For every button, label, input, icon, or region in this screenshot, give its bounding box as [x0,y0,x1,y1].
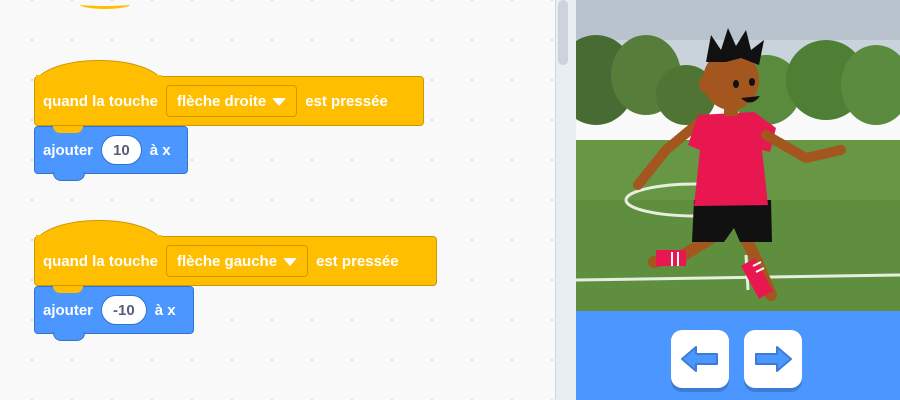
key-dropdown[interactable]: flèche gauche [166,245,309,277]
change-x-label: ajouter [43,141,94,159]
key-dropdown-value: flèche gauche [177,252,278,270]
change-x-suffix: à x [154,301,176,319]
right-arrow-icon [755,346,792,372]
key-dropdown[interactable]: flèche droite [166,85,298,117]
change-x-suffix: à x [149,141,171,159]
change-x-label: ajouter [43,301,94,319]
stage[interactable] [576,0,900,311]
code-area[interactable]: quand la touche flèche droite est pressé… [0,0,555,400]
when-key-pressed-block[interactable]: quand la touche flèche gauche est pressé… [34,235,437,286]
scrollbar-thumb[interactable] [558,0,568,65]
stage-scene [576,0,900,311]
left-arrow-button[interactable] [671,330,729,388]
hat-suffix-label: est pressée [305,92,388,110]
hat-suffix-label: est pressée [316,252,399,270]
change-x-block[interactable]: ajouter -10 à x [34,286,194,341]
right-arrow-button[interactable] [744,330,802,388]
change-x-value-input[interactable]: -10 [101,295,147,325]
chevron-down-icon [272,98,287,106]
key-dropdown-value: flèche droite [177,92,267,110]
hat-prefix-label: quand la touche [43,252,159,270]
controls-bar [576,311,900,400]
when-key-pressed-block[interactable]: quand la touche flèche droite est pressé… [34,75,424,126]
block-fragment [80,0,130,9]
hat-prefix-label: quand la touche [43,92,159,110]
chevron-down-icon [283,258,298,266]
change-x-block[interactable]: ajouter 10 à x [34,126,188,181]
change-x-value-input[interactable]: 10 [101,135,142,165]
left-arrow-icon [681,346,718,372]
